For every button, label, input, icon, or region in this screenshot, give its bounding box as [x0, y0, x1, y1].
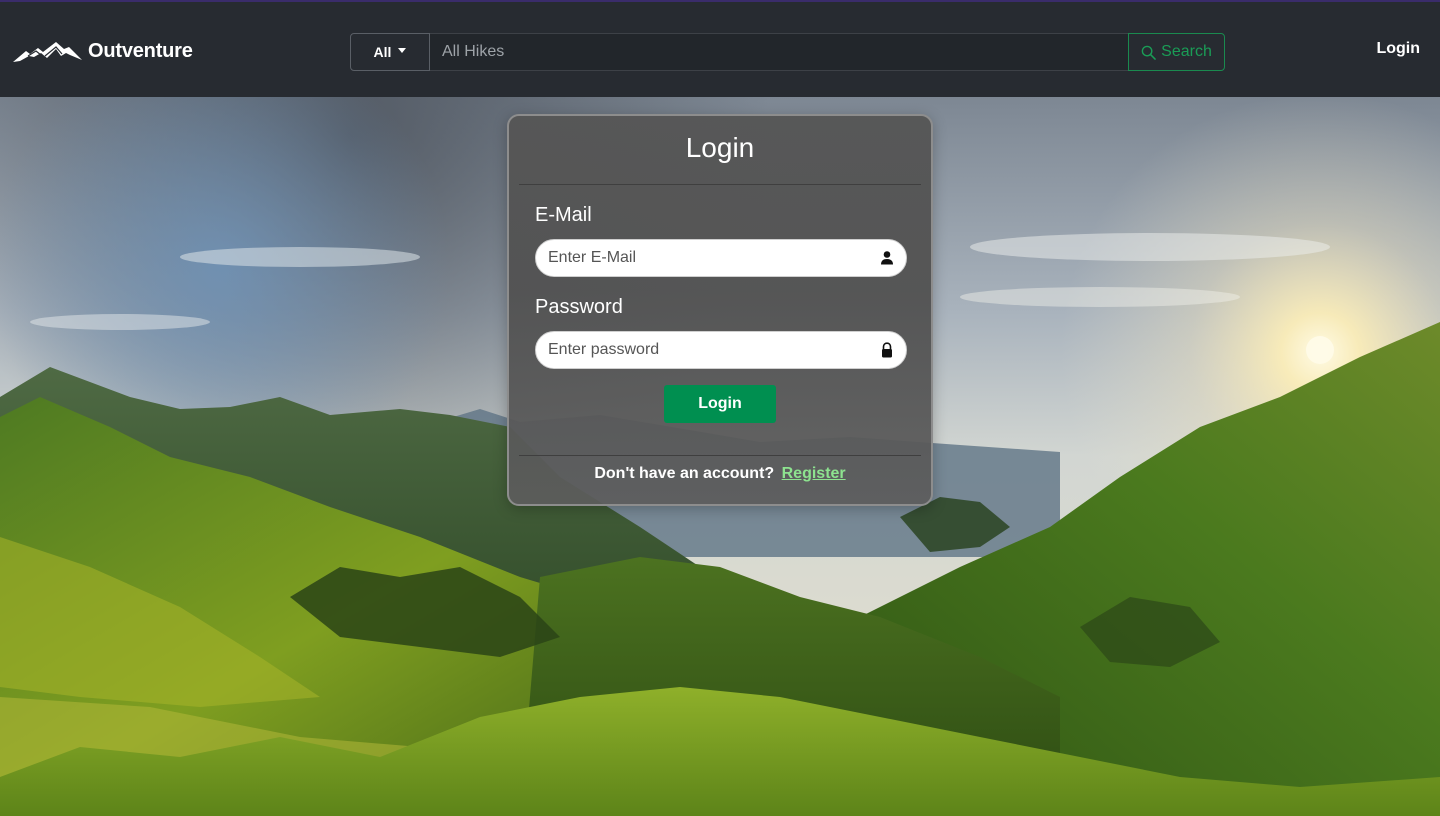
search-button[interactable]: Search — [1128, 33, 1225, 71]
user-icon — [881, 251, 893, 265]
no-account-text: Don't have an account? — [594, 465, 775, 482]
register-prompt: Don't have an account? Register — [509, 465, 931, 483]
filter-dropdown-label: All — [373, 44, 392, 60]
search-input[interactable] — [430, 33, 1128, 71]
filter-dropdown-button[interactable]: All — [350, 33, 430, 71]
lock-icon — [882, 342, 892, 358]
top-navbar: Outventure All Search Login — [0, 0, 1440, 97]
card-divider — [519, 184, 921, 185]
card-divider — [519, 455, 921, 456]
login-card: Login E-Mail Password Login Don't have a… — [507, 114, 933, 506]
mountain-logo-icon — [13, 42, 82, 62]
brand-home-link[interactable]: Outventure — [12, 36, 193, 66]
nav-login-link[interactable]: Login — [1376, 40, 1420, 58]
password-field[interactable] — [536, 332, 856, 368]
email-field-wrapper — [535, 239, 907, 277]
search-bar: All Search — [350, 33, 1225, 71]
password-field-wrapper — [535, 331, 907, 369]
caret-down-icon — [398, 48, 407, 53]
email-label: E-Mail — [535, 204, 592, 226]
brand-name: Outventure — [88, 39, 193, 62]
login-card-title: Login — [685, 132, 755, 163]
login-submit-button[interactable]: Login — [664, 385, 776, 423]
search-button-label: Search — [1161, 43, 1212, 60]
password-label: Password — [535, 296, 623, 318]
search-icon — [1141, 45, 1156, 60]
register-link[interactable]: Register — [782, 465, 846, 482]
email-field[interactable] — [536, 240, 856, 276]
